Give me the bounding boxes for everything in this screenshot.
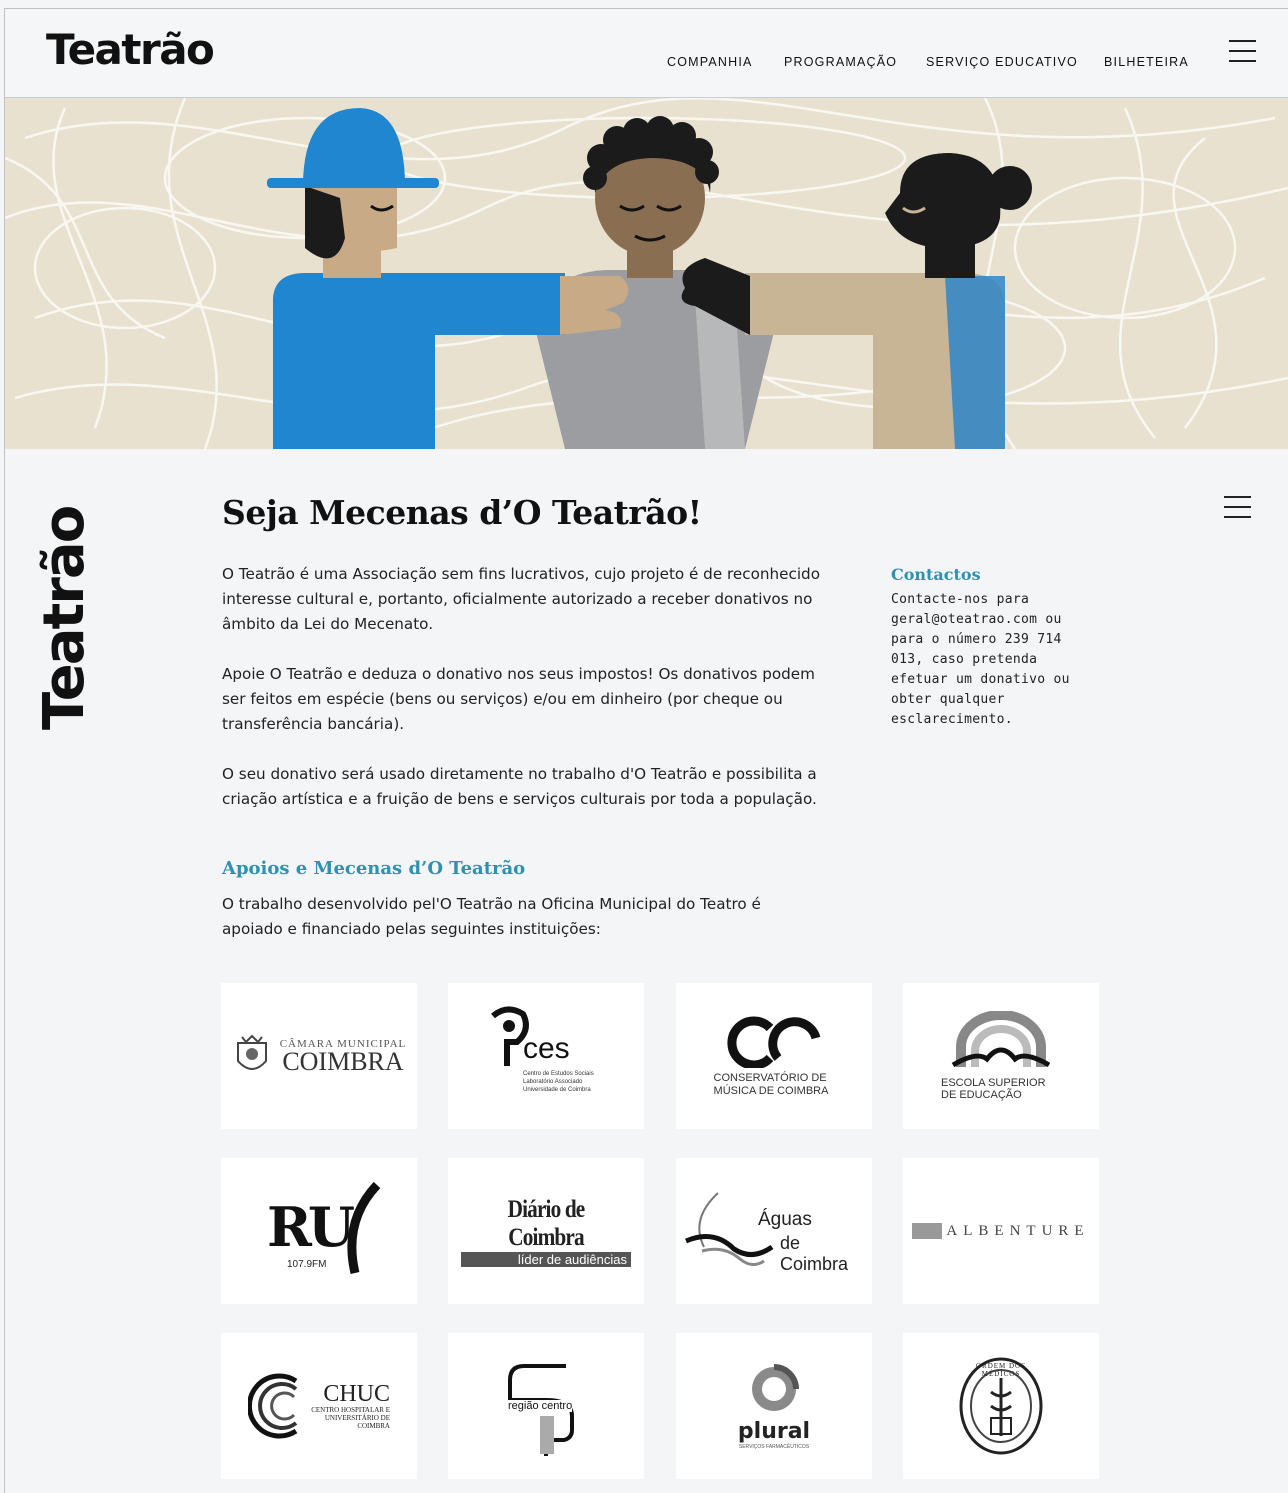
- sponsor-name: região centro: [508, 1400, 573, 1412]
- sponsor-sub: Centro de Estudos Sociais Laboratório As…: [523, 1071, 594, 1093]
- sponsor-ruc[interactable]: RU 107.9FM: [221, 1158, 417, 1304]
- sponsor-sub: SERVIÇOS FARMACÊUTICOS: [738, 1444, 810, 1450]
- ruc-bracket-icon: [347, 1181, 381, 1275]
- conservatorio-mark-icon: [727, 1016, 821, 1070]
- hero-figures-image: [5, 98, 1288, 449]
- hamburger-menu-icon-secondary[interactable]: [1224, 496, 1251, 518]
- sponsor-escola-superior[interactable]: ESCOLA SUPERIOR DE EDUCAÇÃO: [903, 983, 1099, 1129]
- nav-programacao[interactable]: PROGRAMAÇÃO: [784, 55, 897, 69]
- site-header: Teatrão COMPANHIA PROGRAMAÇÃO SERVIÇO ED…: [5, 9, 1288, 98]
- sponsor-name: ORDEM DOS MÉDICOS: [975, 1362, 1027, 1378]
- sponsor-sub: DE EDUCAÇÃO: [941, 1089, 1022, 1101]
- chuc-rings-icon: [248, 1373, 298, 1439]
- hamburger-menu-icon[interactable]: [1229, 40, 1256, 62]
- sponsor-name: CHUC: [323, 1381, 390, 1407]
- aguas-wave-icon: [685, 1192, 774, 1266]
- sponsor-diario-coimbra[interactable]: Diário de Coimbra líder de audiências: [448, 1158, 644, 1304]
- page-title: Seja Mecenas d’O Teatrão!: [222, 493, 702, 532]
- sponsor-name: Diário de Coimbra: [507, 1195, 586, 1251]
- sponsor-plural[interactable]: plural SERVIÇOS FARMACÊUTICOS: [676, 1333, 872, 1479]
- sponsor-sub: líder de audiências: [461, 1251, 631, 1267]
- sponsor-camara-coimbra[interactable]: CÂMARA MUNICIPAL COIMBRA: [221, 983, 417, 1129]
- sponsor-name: ESCOLA SUPERIOR: [941, 1077, 1046, 1089]
- albenture-tree-icon: [912, 1223, 943, 1239]
- main-nav: COMPANHIA PROGRAMAÇÃO SERVIÇO EDUCATIVO …: [5, 9, 1288, 97]
- usage-paragraph: O seu donativo será usado diretamente no…: [222, 765, 817, 808]
- supporters-paragraph: O trabalho desenvolvido pel'O Teatrão na…: [222, 895, 761, 938]
- sponsor-name: plural: [737, 1419, 811, 1444]
- sponsor-ordem-medicos[interactable]: ORDEM DOS MÉDICOS: [903, 1333, 1099, 1479]
- sponsor-sub: COIMBRA: [282, 1047, 404, 1076]
- tax-paragraph: Apoie O Teatrão e deduza o donativo nos …: [222, 665, 815, 733]
- sponsor-name: Águas: [758, 1209, 812, 1230]
- sponsor-albenture[interactable]: ALBENTURE: [903, 1158, 1099, 1304]
- sponsor-sub: MÚSICA DE COIMBRA: [713, 1085, 829, 1097]
- sponsor-chuc[interactable]: CHUC CENTRO HOSPITALAR E UNIVERSITÁRIO D…: [221, 1333, 417, 1479]
- sponsor-ces[interactable]: ces Centro de Estudos Sociais Laboratóri…: [448, 983, 644, 1129]
- sponsor-sub: 107.9FM: [287, 1259, 327, 1270]
- nav-bilheteira[interactable]: BILHETEIRA: [1104, 55, 1189, 69]
- sponsor-name: RU: [267, 1195, 355, 1259]
- supporters-heading: Apoios e Mecenas d’O Teatrão: [222, 858, 526, 879]
- intro-paragraph: O Teatrão é uma Associação sem fins lucr…: [222, 565, 820, 633]
- hero-illustration: [5, 98, 1288, 449]
- escola-arch-icon: [951, 1010, 1051, 1068]
- sponsor-aguas-coimbra[interactable]: Águas de Coimbra: [676, 1158, 872, 1304]
- sponsor-name: ces: [523, 1032, 570, 1065]
- sponsor-name: ALBENTURE: [946, 1222, 1090, 1239]
- sponsor-name: CONSERVATÓRIO DE: [713, 1072, 827, 1084]
- contacts-text: Contacte-nos para geral@oteatrao.com ou …: [891, 592, 1070, 727]
- sponsor-regiao-centro[interactable]: região centro: [448, 1333, 644, 1479]
- sponsor-sub: CENTRO HOSPITALAR E UNIVERSITÁRIO DE COI…: [311, 1406, 390, 1430]
- sponsor-sub: de Coimbra: [780, 1233, 849, 1274]
- sponsor-conservatorio[interactable]: CONSERVATÓRIO DE MÚSICA DE COIMBRA: [676, 983, 872, 1129]
- nav-companhia[interactable]: COMPANHIA: [667, 55, 753, 69]
- coimbra-crest-icon: [236, 1034, 267, 1070]
- nav-servico-educativo[interactable]: SERVIÇO EDUCATIVO: [926, 55, 1078, 69]
- plural-flower-icon: [752, 1364, 799, 1411]
- side-logo-vertical[interactable]: Teatrão: [32, 507, 97, 730]
- contacts-heading: Contactos: [891, 565, 981, 584]
